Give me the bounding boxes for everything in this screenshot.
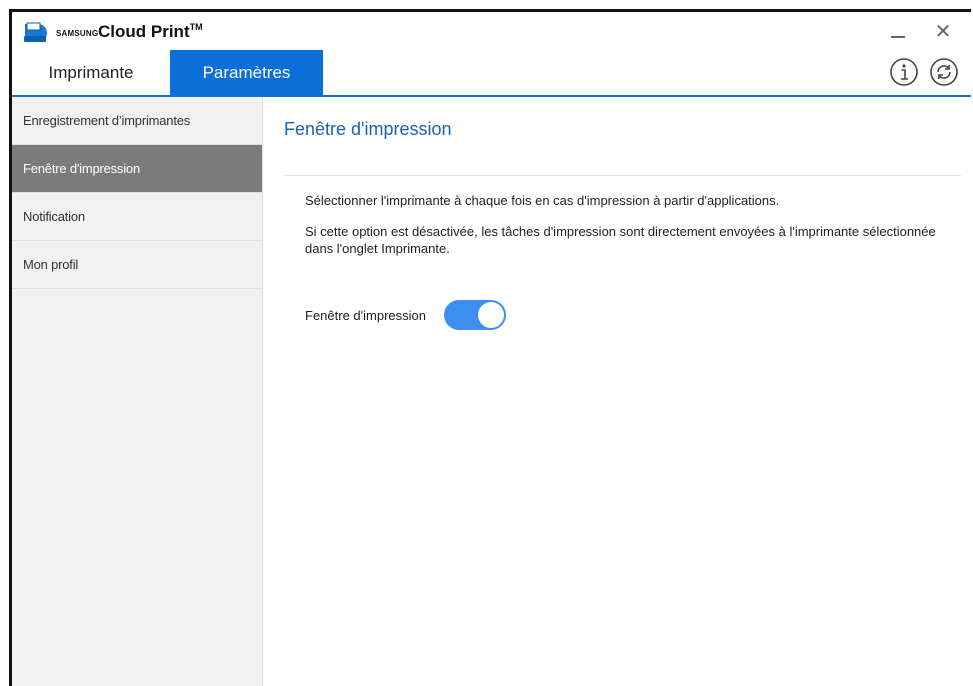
refresh-icon[interactable] bbox=[929, 57, 959, 87]
sidebar-item-printer-registration[interactable]: Enregistrement d’imprimantes bbox=[12, 97, 262, 145]
toggle-knob bbox=[478, 302, 504, 328]
description-text-2: Si cette option est désactivée, les tâch… bbox=[305, 224, 936, 256]
tab-bar: Imprimante Paramètres bbox=[12, 50, 971, 97]
sidebar-item-print-window[interactable]: Fenêtre d'impression bbox=[12, 145, 262, 193]
brand-small-text: SAMSUNG bbox=[56, 29, 99, 38]
close-button[interactable]: ✕ bbox=[921, 12, 965, 50]
toggle-label: Fenêtre d'impression bbox=[305, 308, 426, 323]
divider bbox=[284, 175, 961, 176]
sidebar-item-label: Notification bbox=[23, 209, 85, 224]
tab-label: Imprimante bbox=[48, 62, 134, 82]
app-title-text: Cloud Print bbox=[98, 22, 190, 41]
cloud-printer-icon bbox=[22, 22, 48, 44]
minimize-button[interactable] bbox=[876, 12, 920, 50]
page-title: Fenêtre d'impression bbox=[284, 119, 452, 139]
info-icon[interactable] bbox=[889, 57, 919, 87]
print-window-toggle[interactable] bbox=[444, 300, 506, 330]
sidebar-item-label: Fenêtre d'impression bbox=[23, 161, 140, 176]
settings-content: Fenêtre d'impression Sélectionner l'impr… bbox=[263, 97, 971, 686]
description-text: Sélectionner l'imprimante à chaque fois … bbox=[305, 193, 780, 208]
tab-parametres[interactable]: Paramètres bbox=[170, 50, 323, 95]
app-window: SAMSUNG Cloud PrintTM ✕ Imprimante Param… bbox=[9, 9, 971, 686]
sidebar-item-profile[interactable]: Mon profil bbox=[12, 241, 262, 289]
close-icon: ✕ bbox=[934, 20, 952, 43]
app-title: Cloud PrintTM bbox=[98, 22, 203, 42]
tab-imprimante[interactable]: Imprimante bbox=[12, 50, 170, 95]
title-bar: SAMSUNG Cloud PrintTM ✕ bbox=[12, 12, 971, 50]
sidebar-item-notification[interactable]: Notification bbox=[12, 193, 262, 241]
sidebar-item-label: Mon profil bbox=[23, 257, 79, 272]
minimize-icon bbox=[891, 36, 905, 38]
sidebar-item-label: Enregistrement d’imprimantes bbox=[23, 113, 191, 128]
settings-sidebar: Enregistrement d’imprimantes Fenêtre d'i… bbox=[12, 97, 263, 686]
trademark-mark: TM bbox=[189, 22, 203, 32]
tab-label: Paramètres bbox=[202, 62, 291, 82]
